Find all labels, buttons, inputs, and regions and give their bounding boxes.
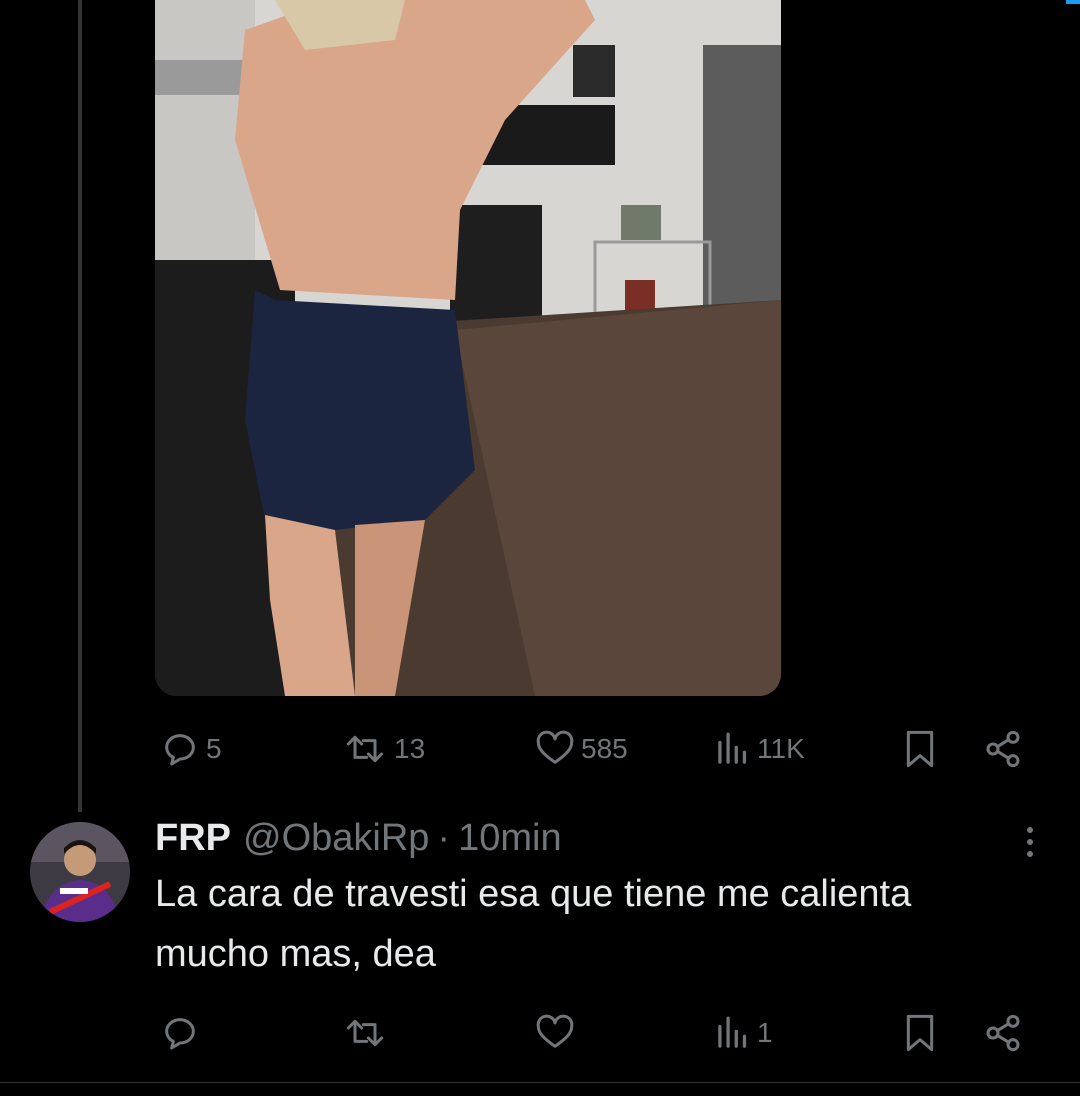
heart-icon — [536, 730, 574, 764]
like-count: 585 — [581, 733, 628, 764]
video-frame — [155, 0, 781, 696]
top-accent-bar — [1066, 0, 1080, 4]
reply-display-name[interactable]: FRP — [155, 817, 231, 860]
speech-bubble-icon — [165, 734, 195, 766]
repost-count: 13 — [394, 733, 426, 764]
repost-arrows-icon — [346, 735, 384, 763]
reply-header: FRP @ObakiRp · 10min — [155, 812, 562, 864]
more-options-button[interactable] — [1012, 822, 1048, 862]
bar-chart-icon — [718, 1016, 747, 1048]
reply-view-count: 1 — [757, 1017, 773, 1048]
tweet-action-bar: 5 13 585 11K — [155, 724, 1035, 774]
heart-icon — [536, 1014, 574, 1048]
share-icon — [986, 730, 1020, 768]
bar-chart-icon — [718, 732, 747, 764]
reply-bookmark-button[interactable] — [900, 1008, 940, 1058]
reply-action-bar: 1 — [155, 1008, 1035, 1058]
bottom-divider — [0, 1082, 1080, 1083]
repost-arrows-icon — [346, 1019, 384, 1047]
thread-connector-line — [78, 0, 82, 812]
reply-body-text: La cara de travesti esa que tiene me cal… — [155, 873, 912, 975]
bookmark-icon — [906, 730, 934, 768]
reply-button[interactable]: 5 — [160, 724, 222, 774]
bookmark-icon — [906, 1014, 934, 1052]
reply-share-button[interactable] — [983, 1008, 1023, 1058]
share-button[interactable] — [983, 724, 1023, 774]
reply-handle[interactable]: @ObakiRp — [243, 817, 429, 860]
avatar[interactable] — [30, 822, 130, 922]
share-icon — [986, 1014, 1020, 1052]
repost-button[interactable]: 13 — [342, 724, 425, 774]
reply-repost-button[interactable] — [342, 1008, 394, 1058]
avatar-image — [30, 822, 130, 922]
reply-timestamp[interactable]: 10min — [458, 817, 562, 860]
reply-reply-button[interactable] — [160, 1008, 206, 1058]
reply-views-button[interactable]: 1 — [715, 1008, 773, 1058]
bookmark-button[interactable] — [900, 724, 940, 774]
views-button[interactable]: 11K — [715, 724, 805, 774]
vertical-dots-icon — [1027, 827, 1033, 857]
like-button[interactable]: 585 — [535, 724, 628, 774]
header-separator: · — [437, 816, 451, 859]
speech-bubble-icon — [165, 1018, 195, 1050]
reply-like-button[interactable] — [535, 1008, 581, 1058]
view-count: 11K — [757, 733, 805, 764]
tweet-video[interactable] — [155, 0, 781, 696]
reply-count: 5 — [206, 733, 222, 764]
